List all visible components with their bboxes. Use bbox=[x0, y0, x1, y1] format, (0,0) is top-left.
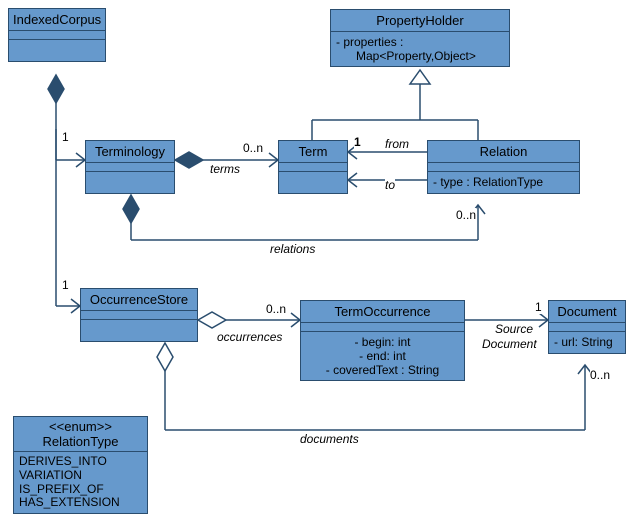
class-terminology: Terminology bbox=[85, 140, 175, 194]
class-title: RelationType bbox=[43, 434, 119, 449]
mid bbox=[428, 163, 579, 172]
attrs: - begin: int - end: int - coveredText : … bbox=[301, 332, 464, 380]
mid bbox=[86, 163, 174, 172]
mid bbox=[279, 163, 347, 172]
attr-line: - end: int bbox=[359, 349, 406, 363]
attrs bbox=[86, 172, 174, 193]
enum-relationtype: <<enum>> RelationType DERIVES_INTO VARIA… bbox=[13, 416, 148, 514]
class-title: Terminology bbox=[86, 141, 174, 163]
class-title: OccurrenceStore bbox=[81, 289, 197, 311]
mult-zn-rel: 0..n bbox=[456, 208, 476, 222]
class-title: PropertyHolder bbox=[331, 10, 509, 32]
attrs bbox=[279, 172, 347, 193]
class-propertyholder: PropertyHolder - properties : Map<Proper… bbox=[330, 9, 510, 67]
stereotype: <<enum>> bbox=[49, 419, 112, 434]
class-occurrencestore: OccurrenceStore bbox=[80, 288, 198, 342]
attrs bbox=[9, 40, 105, 61]
mult-one-doc: 1 bbox=[535, 300, 542, 314]
mult-zn-occ: 0..n bbox=[266, 302, 286, 316]
mult-one: 1 bbox=[62, 278, 69, 292]
assoc-documents: documents bbox=[300, 432, 359, 446]
attrs: - type : RelationType bbox=[428, 172, 579, 193]
assoc-from: from bbox=[385, 137, 409, 151]
mult-one-from: 1 bbox=[354, 135, 361, 149]
mult-zn-doc: 0..n bbox=[590, 368, 610, 382]
attr-line: - coveredText : String bbox=[326, 363, 439, 377]
class-term: Term bbox=[278, 140, 348, 194]
class-termoccurrence: TermOccurrence - begin: int - end: int -… bbox=[300, 300, 465, 381]
attrs bbox=[81, 320, 197, 341]
assoc-to: to bbox=[385, 178, 395, 192]
assoc-source-doc1: Source bbox=[495, 322, 533, 336]
class-title: Document bbox=[549, 301, 625, 323]
class-document: Document - url: String bbox=[548, 300, 626, 354]
assoc-occurrences: occurrences bbox=[217, 330, 282, 344]
assoc-source-doc2: Document bbox=[482, 337, 537, 351]
mult-zn: 0..n bbox=[243, 141, 263, 155]
enum-header: <<enum>> RelationType bbox=[14, 417, 147, 452]
class-title: Term bbox=[279, 141, 347, 163]
class-title: TermOccurrence bbox=[301, 301, 464, 323]
mid bbox=[81, 311, 197, 320]
attrs: - properties : Map<Property,Object> bbox=[331, 32, 509, 66]
assoc-relations: relations bbox=[270, 242, 315, 256]
class-title: IndexedCorpus bbox=[9, 9, 105, 31]
mult-one: 1 bbox=[62, 130, 69, 144]
literals: DERIVES_INTO VARIATION IS_PREFIX_OF HAS_… bbox=[14, 452, 147, 513]
attrs: - url: String bbox=[549, 332, 625, 353]
attr-line: - begin: int bbox=[354, 335, 410, 349]
class-title: Relation bbox=[428, 141, 579, 163]
mid bbox=[301, 323, 464, 332]
assoc-terms: terms bbox=[210, 162, 240, 176]
class-relation: Relation - type : RelationType bbox=[427, 140, 580, 194]
class-indexedcorpus: IndexedCorpus bbox=[8, 8, 106, 62]
mid bbox=[549, 323, 625, 332]
mid bbox=[9, 31, 105, 40]
